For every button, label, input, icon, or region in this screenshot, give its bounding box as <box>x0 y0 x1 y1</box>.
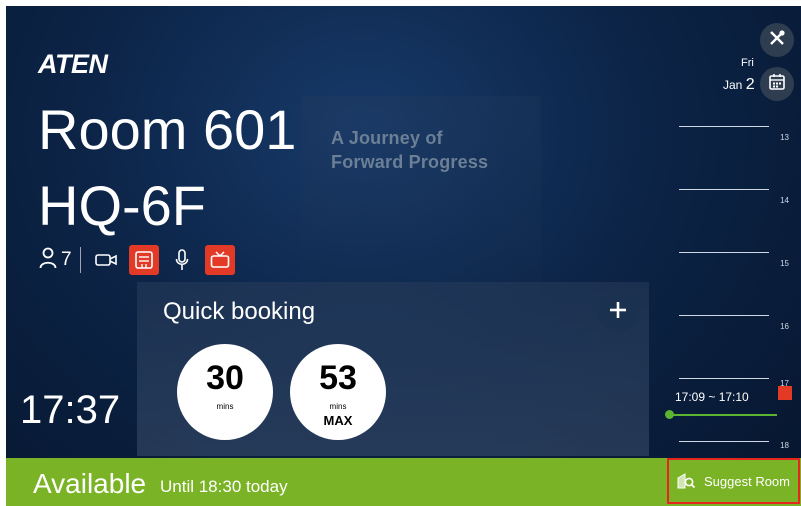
plus-icon <box>609 301 627 324</box>
tools-icon <box>768 29 786 52</box>
whiteboard-icon <box>128 245 159 275</box>
date-weekday: Fri <box>741 57 754 69</box>
suggest-room-button[interactable]: Suggest Room <box>667 458 800 504</box>
current-time-bar <box>669 414 777 416</box>
book-max-button[interactable]: 53 mins MAX <box>290 344 386 440</box>
booking-unit: mins <box>329 402 347 411</box>
calendar-button[interactable] <box>760 67 794 101</box>
background-poster: A Journey of Forward Progress <box>301 96 541 306</box>
room-display: A Journey of Forward Progress ATEN Room … <box>6 6 801 506</box>
booking-duration: 30 <box>206 359 244 397</box>
hour-label: 15 <box>780 259 789 268</box>
divider <box>79 247 81 273</box>
status-label: Available <box>33 468 147 499</box>
booking-unit: mins <box>216 402 234 411</box>
hour-gridline <box>679 189 769 190</box>
date-month: Jan <box>723 78 743 92</box>
hour-label: 13 <box>780 133 789 142</box>
calendar-icon <box>769 73 785 95</box>
hour-label: 14 <box>780 196 789 205</box>
current-time: 17:37 <box>20 388 121 432</box>
hour-gridline <box>679 315 769 316</box>
hour-gridline <box>679 378 769 379</box>
schedule-timeline: 13 14 15 16 17 18 <box>669 116 789 456</box>
event-marker[interactable] <box>778 386 792 400</box>
hour-label: 18 <box>780 441 789 450</box>
hour-label: 16 <box>780 322 789 331</box>
suggest-room-label: Suggest Room <box>704 473 790 489</box>
date-month-day: Jan 2 <box>723 76 755 94</box>
book-30-mins-button[interactable]: 30 mins <box>177 344 273 440</box>
room-search-icon <box>676 472 696 490</box>
person-icon <box>39 247 57 274</box>
poster-line-1: A Journey of <box>331 128 443 148</box>
hour-gridline <box>679 252 769 253</box>
room-location: HQ-6F <box>38 174 206 237</box>
date-number: 2 <box>745 76 755 93</box>
room-info-row: 7 <box>39 244 243 276</box>
quick-booking-title: Quick booking <box>163 298 316 325</box>
microphone-icon <box>167 245 197 275</box>
status-until: Until 18:30 today <box>160 477 288 496</box>
add-booking-button[interactable] <box>598 292 638 332</box>
hour-gridline <box>679 126 769 127</box>
event-time-range: 17:09 ~ 17:10 <box>675 390 749 404</box>
aten-logo: ATEN <box>38 49 108 79</box>
settings-button[interactable] <box>760 23 794 57</box>
status-bar: Available Until 18:30 today Suggest Room <box>6 458 801 506</box>
booking-max-label: MAX <box>323 413 353 428</box>
booking-duration: 53 <box>319 359 357 397</box>
current-time-dot <box>665 410 674 419</box>
capacity-count: 7 <box>61 249 72 270</box>
tv-icon <box>204 245 235 275</box>
camera-icon <box>91 245 121 275</box>
room-name: Room 601 <box>38 98 297 161</box>
poster-line-2: Forward Progress <box>331 152 489 172</box>
hour-gridline <box>679 441 769 442</box>
